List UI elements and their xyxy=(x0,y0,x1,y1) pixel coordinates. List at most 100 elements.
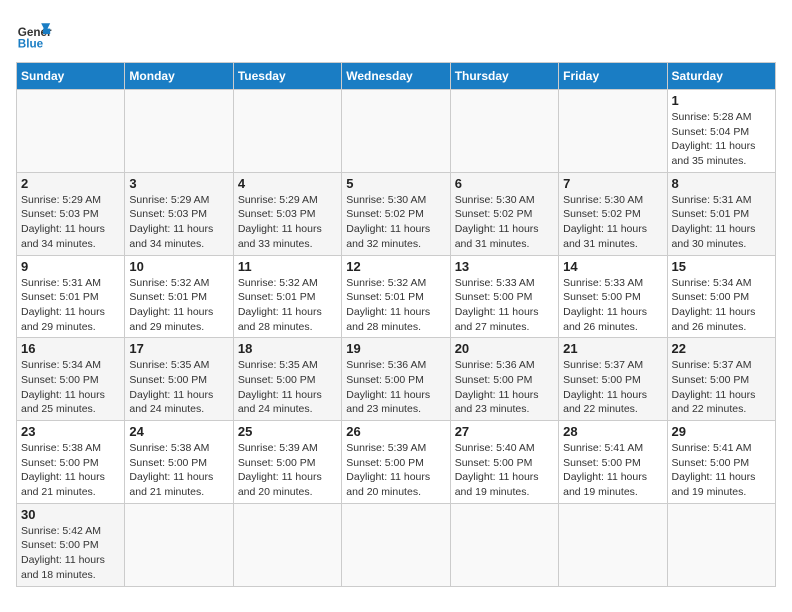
day-info: Sunrise: 5:37 AM Sunset: 5:00 PM Dayligh… xyxy=(672,358,771,417)
calendar-cell xyxy=(450,90,558,173)
calendar-cell xyxy=(342,503,450,586)
day-number: 22 xyxy=(672,341,771,356)
day-number: 28 xyxy=(563,424,662,439)
column-header-wednesday: Wednesday xyxy=(342,63,450,90)
calendar-cell: 21 Sunrise: 5:37 AM Sunset: 5:00 PM Dayli… xyxy=(559,338,667,421)
calendar-cell xyxy=(342,90,450,173)
day-number: 14 xyxy=(563,259,662,274)
calendar-cell: 28 Sunrise: 5:41 AM Sunset: 5:00 PM Dayli… xyxy=(559,421,667,504)
day-info: Sunrise: 5:29 AM Sunset: 5:03 PM Dayligh… xyxy=(21,193,120,252)
day-info: Sunrise: 5:35 AM Sunset: 5:00 PM Dayligh… xyxy=(238,358,337,417)
calendar-cell: 5 Sunrise: 5:30 AM Sunset: 5:02 PM Daylig… xyxy=(342,172,450,255)
calendar-cell: 23 Sunrise: 5:38 AM Sunset: 5:00 PM Dayli… xyxy=(17,421,125,504)
day-info: Sunrise: 5:29 AM Sunset: 5:03 PM Dayligh… xyxy=(238,193,337,252)
calendar-cell: 24 Sunrise: 5:38 AM Sunset: 5:00 PM Dayli… xyxy=(125,421,233,504)
day-info: Sunrise: 5:34 AM Sunset: 5:00 PM Dayligh… xyxy=(21,358,120,417)
day-info: Sunrise: 5:33 AM Sunset: 5:00 PM Dayligh… xyxy=(563,276,662,335)
day-info: Sunrise: 5:38 AM Sunset: 5:00 PM Dayligh… xyxy=(129,441,228,500)
day-number: 19 xyxy=(346,341,445,356)
day-info: Sunrise: 5:41 AM Sunset: 5:00 PM Dayligh… xyxy=(672,441,771,500)
calendar-cell: 4 Sunrise: 5:29 AM Sunset: 5:03 PM Daylig… xyxy=(233,172,341,255)
calendar-cell xyxy=(17,90,125,173)
column-header-friday: Friday xyxy=(559,63,667,90)
column-header-sunday: Sunday xyxy=(17,63,125,90)
day-info: Sunrise: 5:34 AM Sunset: 5:00 PM Dayligh… xyxy=(672,276,771,335)
calendar-cell: 29 Sunrise: 5:41 AM Sunset: 5:00 PM Dayli… xyxy=(667,421,775,504)
calendar-cell: 27 Sunrise: 5:40 AM Sunset: 5:00 PM Dayli… xyxy=(450,421,558,504)
calendar-week-row: 9 Sunrise: 5:31 AM Sunset: 5:01 PM Daylig… xyxy=(17,255,776,338)
calendar-cell: 12Sunrise: 5:32 AM Sunset: 5:01 PM Dayli… xyxy=(342,255,450,338)
day-info: Sunrise: 5:39 AM Sunset: 5:00 PM Dayligh… xyxy=(346,441,445,500)
calendar-cell: 30Sunrise: 5:42 AM Sunset: 5:00 PM Dayli… xyxy=(17,503,125,586)
day-number: 10 xyxy=(129,259,228,274)
calendar-cell xyxy=(233,503,341,586)
day-info: Sunrise: 5:30 AM Sunset: 5:02 PM Dayligh… xyxy=(346,193,445,252)
day-number: 17 xyxy=(129,341,228,356)
day-number: 1 xyxy=(672,93,771,108)
column-header-thursday: Thursday xyxy=(450,63,558,90)
calendar-header-row: SundayMondayTuesdayWednesdayThursdayFrid… xyxy=(17,63,776,90)
day-info: Sunrise: 5:32 AM Sunset: 5:01 PM Dayligh… xyxy=(238,276,337,335)
day-number: 8 xyxy=(672,176,771,191)
day-info: Sunrise: 5:41 AM Sunset: 5:00 PM Dayligh… xyxy=(563,441,662,500)
calendar-table: SundayMondayTuesdayWednesdayThursdayFrid… xyxy=(16,62,776,587)
column-header-monday: Monday xyxy=(125,63,233,90)
calendar-cell: 3Sunrise: 5:29 AM Sunset: 5:03 PM Daylig… xyxy=(125,172,233,255)
calendar-cell xyxy=(450,503,558,586)
calendar-cell: 11 Sunrise: 5:32 AM Sunset: 5:01 PM Dayli… xyxy=(233,255,341,338)
day-info: Sunrise: 5:39 AM Sunset: 5:00 PM Dayligh… xyxy=(238,441,337,500)
day-number: 5 xyxy=(346,176,445,191)
calendar-cell: 20Sunrise: 5:36 AM Sunset: 5:00 PM Dayli… xyxy=(450,338,558,421)
calendar-cell: 16Sunrise: 5:34 AM Sunset: 5:00 PM Dayli… xyxy=(17,338,125,421)
calendar-cell xyxy=(233,90,341,173)
calendar-cell xyxy=(559,503,667,586)
calendar-cell: 6 Sunrise: 5:30 AM Sunset: 5:02 PM Daylig… xyxy=(450,172,558,255)
day-number: 27 xyxy=(455,424,554,439)
day-info: Sunrise: 5:30 AM Sunset: 5:02 PM Dayligh… xyxy=(455,193,554,252)
calendar-cell: 18 Sunrise: 5:35 AM Sunset: 5:00 PM Dayli… xyxy=(233,338,341,421)
day-number: 21 xyxy=(563,341,662,356)
day-info: Sunrise: 5:37 AM Sunset: 5:00 PM Dayligh… xyxy=(563,358,662,417)
day-number: 11 xyxy=(238,259,337,274)
day-number: 25 xyxy=(238,424,337,439)
day-number: 29 xyxy=(672,424,771,439)
calendar-week-row: 1 Sunrise: 5:28 AM Sunset: 5:04 PM Daylig… xyxy=(17,90,776,173)
day-number: 6 xyxy=(455,176,554,191)
calendar-cell: 22 Sunrise: 5:37 AM Sunset: 5:00 PM Dayli… xyxy=(667,338,775,421)
calendar-cell: 15 Sunrise: 5:34 AM Sunset: 5:00 PM Dayli… xyxy=(667,255,775,338)
calendar-week-row: 2Sunrise: 5:29 AM Sunset: 5:03 PM Daylig… xyxy=(17,172,776,255)
calendar-week-row: 30Sunrise: 5:42 AM Sunset: 5:00 PM Dayli… xyxy=(17,503,776,586)
calendar-cell xyxy=(559,90,667,173)
day-info: Sunrise: 5:32 AM Sunset: 5:01 PM Dayligh… xyxy=(129,276,228,335)
day-info: Sunrise: 5:42 AM Sunset: 5:00 PM Dayligh… xyxy=(21,524,120,583)
calendar-week-row: 23 Sunrise: 5:38 AM Sunset: 5:00 PM Dayli… xyxy=(17,421,776,504)
day-number: 7 xyxy=(563,176,662,191)
calendar-cell xyxy=(667,503,775,586)
logo-icon: General Blue xyxy=(16,16,52,52)
calendar-cell: 19Sunrise: 5:36 AM Sunset: 5:00 PM Dayli… xyxy=(342,338,450,421)
day-info: Sunrise: 5:28 AM Sunset: 5:04 PM Dayligh… xyxy=(672,110,771,169)
day-number: 4 xyxy=(238,176,337,191)
calendar-cell: 10 Sunrise: 5:32 AM Sunset: 5:01 PM Dayli… xyxy=(125,255,233,338)
day-info: Sunrise: 5:40 AM Sunset: 5:00 PM Dayligh… xyxy=(455,441,554,500)
day-number: 18 xyxy=(238,341,337,356)
column-header-tuesday: Tuesday xyxy=(233,63,341,90)
calendar-cell: 1 Sunrise: 5:28 AM Sunset: 5:04 PM Daylig… xyxy=(667,90,775,173)
day-number: 23 xyxy=(21,424,120,439)
day-info: Sunrise: 5:31 AM Sunset: 5:01 PM Dayligh… xyxy=(21,276,120,335)
day-number: 12 xyxy=(346,259,445,274)
day-number: 9 xyxy=(21,259,120,274)
page-header: General Blue xyxy=(16,16,776,52)
calendar-cell: 17Sunrise: 5:35 AM Sunset: 5:00 PM Dayli… xyxy=(125,338,233,421)
day-number: 26 xyxy=(346,424,445,439)
day-number: 24 xyxy=(129,424,228,439)
svg-text:Blue: Blue xyxy=(18,38,44,51)
calendar-cell: 7Sunrise: 5:30 AM Sunset: 5:02 PM Daylig… xyxy=(559,172,667,255)
day-number: 15 xyxy=(672,259,771,274)
column-header-saturday: Saturday xyxy=(667,63,775,90)
calendar-cell xyxy=(125,503,233,586)
day-info: Sunrise: 5:36 AM Sunset: 5:00 PM Dayligh… xyxy=(455,358,554,417)
calendar-week-row: 16Sunrise: 5:34 AM Sunset: 5:00 PM Dayli… xyxy=(17,338,776,421)
day-info: Sunrise: 5:38 AM Sunset: 5:00 PM Dayligh… xyxy=(21,441,120,500)
day-number: 3 xyxy=(129,176,228,191)
